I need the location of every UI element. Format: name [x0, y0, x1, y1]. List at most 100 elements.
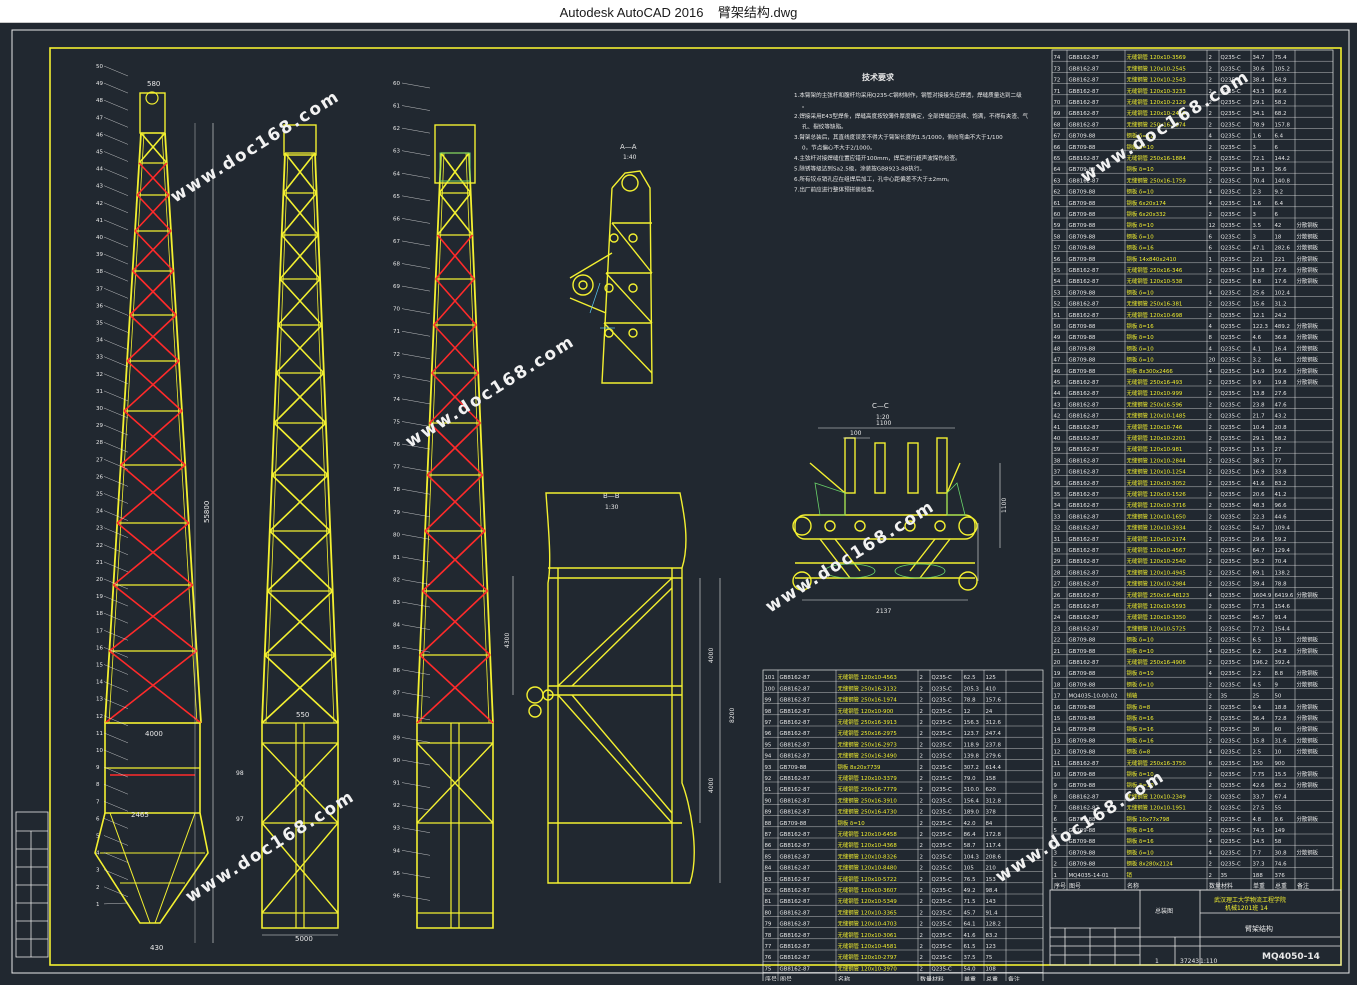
truss-diagonal [281, 234, 321, 280]
leader-line [103, 613, 129, 624]
table-header-cell: 数量 [920, 976, 932, 981]
truss-diagonal [271, 474, 331, 532]
callout-62: 62 [393, 126, 400, 132]
table-cell: Q235-C [932, 765, 952, 771]
table-cell: 2 [1209, 727, 1212, 733]
table-cell: 378 [986, 810, 997, 816]
table-cell: 33.8 [1275, 470, 1288, 476]
table-cell: Q235-C [1221, 492, 1241, 498]
table-cell: 2 [920, 821, 923, 827]
table-cell: 无缝钢管 120x10-5593 [1127, 602, 1186, 610]
table-cell: 85.2 [1275, 783, 1287, 789]
table-cell: 钢板 δ=8 [1127, 703, 1151, 711]
table-cell: 无缝钢管 250x16-3913 [838, 718, 897, 726]
table-cell: GB8162-87 [1069, 425, 1099, 431]
table-cell: 221 [1275, 257, 1285, 263]
table-cell: GB8162-87 [780, 944, 810, 950]
table-cell: 分散钢板 [1297, 748, 1319, 756]
table-cell: 无缝钢管 120x10-4581 [838, 942, 897, 950]
table-cell: 无缝钢管 120x10-900 [838, 707, 894, 715]
drawing-canvas[interactable]: 50 49 48 47 46 45 44 43 42 41 40 39 38 37 36 35 34 33 32 31… [0, 23, 1357, 984]
table-cell: Q235-C [1221, 526, 1241, 532]
table-cell: Q235-C [1221, 705, 1241, 711]
table-cell: 无缝钢管 120x10-4368 [838, 841, 898, 849]
leader-line [103, 493, 129, 504]
callout-77: 77 [393, 465, 400, 471]
table-cell: Q235-C [1221, 391, 1241, 397]
table-row: 15 GB709-88 钢板 δ=16 2 Q235-C 36.4 72.8 分散钢板 [1054, 714, 1319, 722]
tech-item-7: 7.出厂前应进行整体预拼装检查。 [794, 186, 878, 194]
table-cell: 34.1 [1253, 111, 1265, 117]
tb-school: 武汉理工大学物流工程学院 [1214, 896, 1286, 904]
table-cell: 620 [986, 787, 997, 793]
table-cell: 125 [986, 675, 996, 681]
table-cell: 72.1 [1253, 156, 1265, 162]
table-cell: 247.4 [986, 731, 1002, 737]
truss-diagonal [433, 278, 475, 326]
table-cell: 86 [765, 843, 772, 849]
callout-45: 45 [96, 150, 103, 156]
table-cell: 40 [1054, 436, 1061, 442]
table-cell: GB8162-87 [780, 731, 810, 737]
table-cell: 105 [964, 866, 974, 872]
callout-24: 24 [96, 509, 103, 515]
table-cell: 59 [1054, 223, 1061, 229]
table-cell: 2 [1209, 570, 1212, 576]
table-cell: Q235-C [1221, 369, 1241, 375]
table-cell: Q235-C [1221, 615, 1241, 621]
table-cell: GB8162-87 [780, 720, 810, 726]
table-row: 100 GB8162-87 无缝钢管 250x16-3132 2 Q235-C 205.3… [765, 684, 997, 692]
table-row: 98 GB8162-87 无缝钢管 120x10-900 2 Q235-C 12 24 [765, 707, 993, 715]
table-cell: GB8162-87 [1069, 100, 1099, 106]
table-cell: GB8162-87 [780, 933, 810, 939]
table-cell: 4.5 [1253, 682, 1262, 688]
table-row: 29 GB8162-87 无缝钢管 120x10-2540 2 Q235-C 35.2 70… [1054, 557, 1288, 565]
callout-12: 12 [96, 714, 103, 720]
table-cell: GB8162-87 [1069, 268, 1099, 274]
table-cell: 101 [765, 675, 775, 681]
callout-4: 4 [96, 851, 100, 857]
callout-8: 8 [96, 782, 100, 788]
callout-29: 29 [96, 423, 103, 429]
table-cell: 36.8 [1275, 335, 1288, 341]
table-row: 35 GB8162-87 无缝钢管 120x10-1526 2 Q235-C 20.6 41… [1054, 490, 1287, 498]
callout-46: 46 [96, 132, 103, 138]
table-row: 99 GB8162-87 无缝钢管 250x16-1974 2 Q235-C 78.8 15… [765, 696, 1002, 704]
tb-assembly: 总装图 [1155, 907, 1173, 915]
section-aa-scale: 1:40 [623, 154, 637, 161]
tb-weight: 37243 [1180, 958, 1199, 965]
table-cell: GB709-88 [1069, 234, 1097, 240]
table-cell: GB8162-87 [1069, 78, 1099, 84]
table-header-cell: 序号 [765, 976, 777, 981]
cad-drawing[interactable]: 5049484746454443424140393837363534333231… [0, 23, 1357, 984]
side-base [416, 723, 494, 929]
table-cell: 22.3 [1253, 514, 1265, 520]
table-cell: 279.6 [986, 754, 1002, 760]
table-cell: GB709-88 [1069, 212, 1097, 218]
table-cell: 2 [920, 922, 923, 928]
table-cell: 35 [1054, 492, 1061, 498]
truss-diagonal [424, 474, 484, 532]
table-cell: 无缝钢管 250x16-3132 [838, 684, 897, 692]
table-cell: 45.7 [964, 910, 976, 916]
table-cell: 2.3 [1253, 190, 1262, 196]
table-header: 序号 图号 名称 数量 材料 单重 总重 备注 [1054, 882, 1309, 890]
table-cell: 4 [1209, 290, 1213, 296]
table-cell: 79 [765, 922, 772, 928]
table-cell: GB709-88 [1069, 246, 1097, 252]
table-cell: Q235-C [932, 910, 952, 916]
table-cell: Q235-C [1221, 55, 1241, 61]
table-cell: 分散钢板 [1297, 647, 1319, 655]
table-cell: 2 [1209, 268, 1212, 274]
table-cell: 56 [1054, 257, 1061, 263]
table-cell: GB8162-87 [1069, 626, 1099, 632]
truss-diagonal [132, 230, 172, 272]
table-cell: 钢板 δ=16 [1127, 725, 1155, 733]
table-cell: Q235-C [932, 843, 952, 849]
table-cell: 15 [1054, 716, 1061, 722]
table-cell: 3.5 [1253, 223, 1262, 229]
table-cell: 71 [1054, 89, 1061, 95]
table-cell: GB8162-87 [1069, 402, 1099, 408]
callout-7: 7 [96, 799, 100, 805]
table-cell: 140.8 [1275, 178, 1291, 184]
